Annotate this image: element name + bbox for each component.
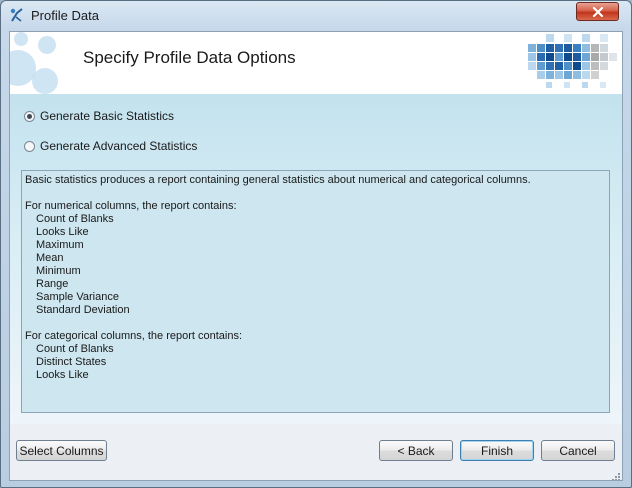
mosaic-logo	[520, 32, 622, 94]
radio-button-selected[interactable]	[24, 110, 35, 122]
options-panel: Generate Basic Statistics Generate Advan…	[10, 94, 622, 424]
list-item: Range	[36, 278, 69, 290]
decorative-bubble	[38, 36, 56, 54]
list-item: Count of Blanks	[36, 213, 114, 225]
categorical-heading: For categorical columns, the report cont…	[25, 330, 243, 342]
wizard-icon	[9, 7, 25, 23]
advanced-statistics-radio[interactable]: Generate Advanced Statistics	[24, 139, 197, 153]
finish-button[interactable]: Finish	[460, 440, 534, 461]
dialog-window: Profile Data Specify Profile Data Option…	[0, 0, 632, 488]
list-item: Sample Variance	[36, 291, 119, 303]
radio-button-unselected[interactable]	[24, 140, 35, 152]
close-button[interactable]	[576, 2, 619, 21]
numerical-heading: For numerical columns, the report contai…	[25, 200, 237, 212]
list-item: Looks Like	[36, 369, 89, 381]
list-item: Count of Blanks	[36, 343, 114, 355]
decorative-bubble	[14, 32, 28, 46]
window-title: Profile Data	[31, 8, 99, 23]
dialog-client-area: Specify Profile Data Options Generate Ba…	[9, 31, 623, 481]
radio-label: Generate Advanced Statistics	[40, 139, 198, 153]
title-bar[interactable]: Profile Data	[1, 1, 631, 31]
list-item: Mean	[36, 252, 64, 264]
list-item: Maximum	[36, 239, 84, 251]
list-item: Distinct States	[36, 356, 107, 368]
resize-grip-icon[interactable]	[609, 469, 621, 480]
list-item: Minimum	[36, 265, 81, 277]
select-columns-button[interactable]: Select Columns	[16, 440, 107, 461]
basic-statistics-radio[interactable]: Generate Basic Statistics	[24, 109, 174, 123]
close-icon	[592, 6, 604, 17]
wizard-header: Specify Profile Data Options	[10, 32, 622, 94]
description-box: Basic statistics produces a report conta…	[21, 170, 610, 413]
list-item: Looks Like	[36, 226, 89, 238]
decorative-bubble	[32, 68, 58, 94]
back-button[interactable]: < Back	[379, 440, 453, 461]
page-title: Specify Profile Data Options	[83, 48, 296, 67]
cancel-button[interactable]: Cancel	[541, 440, 615, 461]
radio-label: Generate Basic Statistics	[40, 109, 175, 123]
list-item: Standard Deviation	[36, 304, 130, 316]
button-bar: Select Columns < Back Finish Cancel	[10, 424, 622, 480]
description-intro: Basic statistics produces a report conta…	[25, 174, 531, 186]
